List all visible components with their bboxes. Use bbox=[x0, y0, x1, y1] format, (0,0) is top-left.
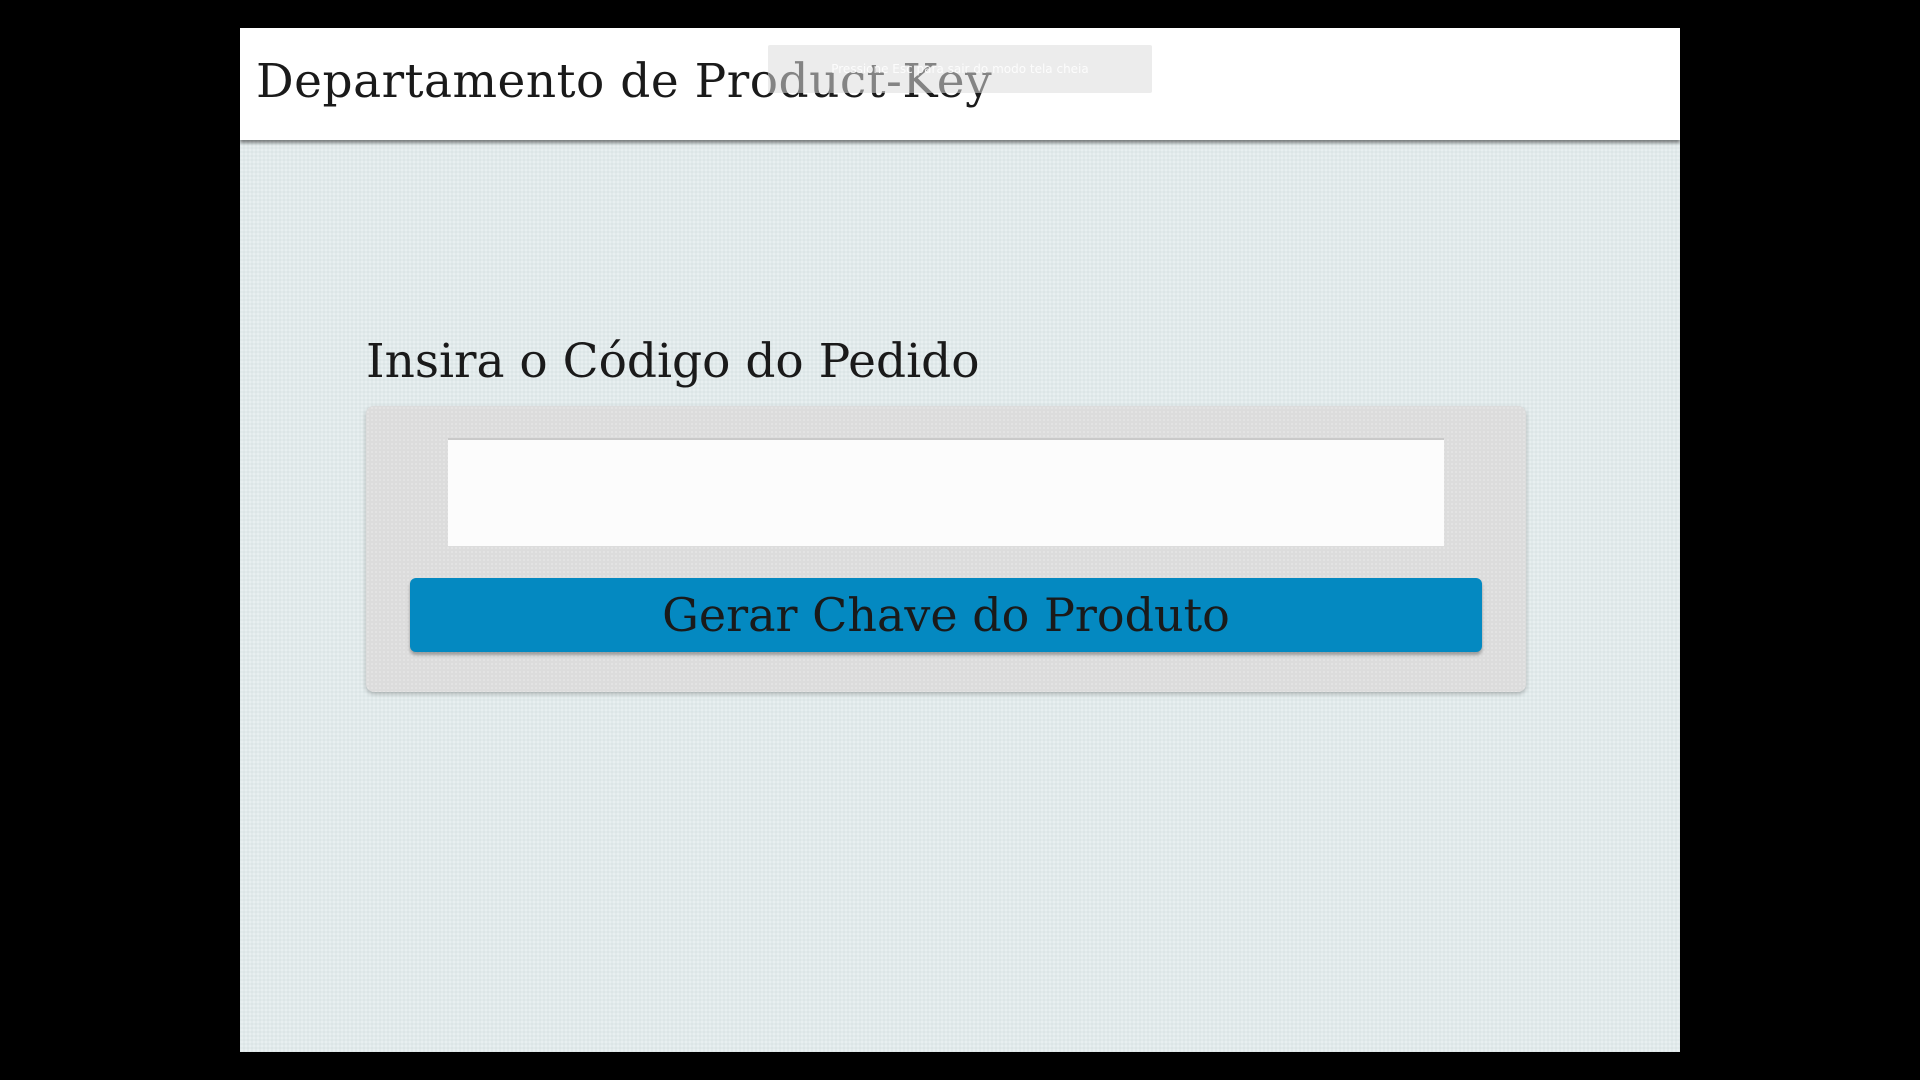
page-header: Departamento de Product-Key Pressione Es… bbox=[240, 28, 1680, 140]
order-code-input[interactable] bbox=[448, 438, 1444, 546]
order-form-panel: Gerar Chave do Produto bbox=[366, 406, 1526, 692]
fullscreen-exit-hint: Pressione Esc para sair do modo tela che… bbox=[768, 45, 1152, 93]
app-viewport: Departamento de Product-Key Pressione Es… bbox=[240, 28, 1680, 1052]
order-code-label: Insira o Código do Pedido bbox=[366, 334, 980, 389]
generate-key-button[interactable]: Gerar Chave do Produto bbox=[410, 578, 1482, 652]
